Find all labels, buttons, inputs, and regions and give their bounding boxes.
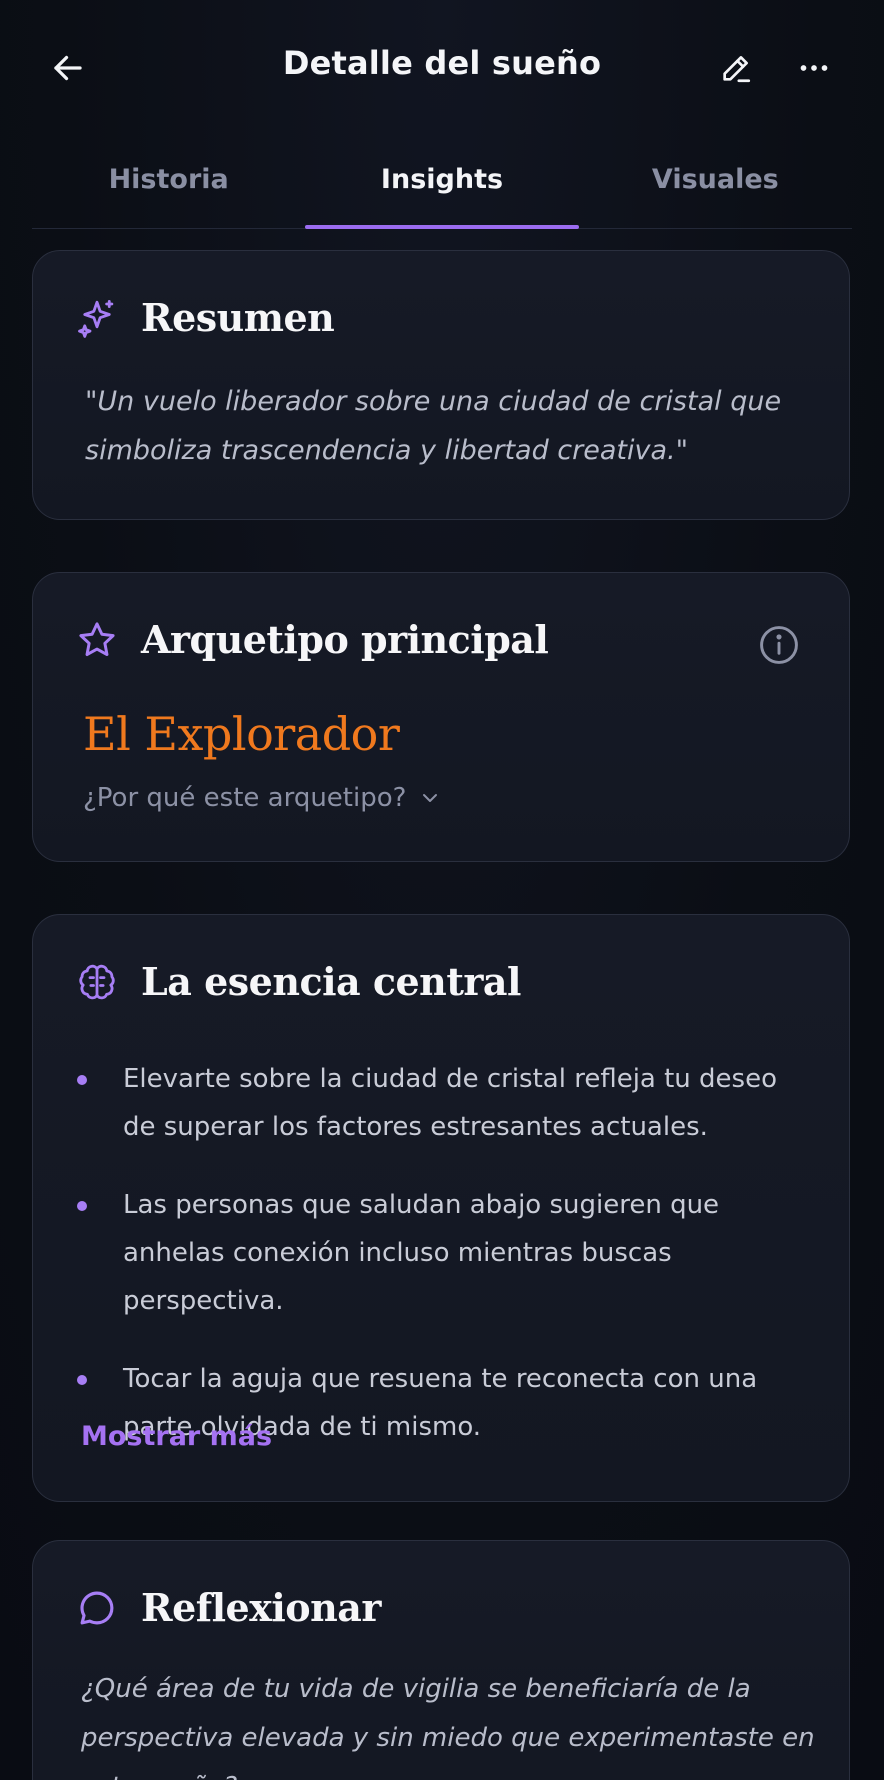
more-horizontal-icon (800, 65, 828, 71)
show-more-link[interactable]: Mostrar más (81, 1421, 272, 1452)
info-icon (760, 626, 798, 664)
bullet-dot (77, 1375, 87, 1385)
reflect-header: Reflexionar (75, 1585, 381, 1630)
chat-bubble-icon (75, 1586, 119, 1630)
list-item-text: Las personas que saludan abajo sugieren … (123, 1190, 720, 1316)
tab-historia[interactable]: Historia (32, 150, 305, 228)
bullet-dot (77, 1201, 87, 1211)
list-item: Las personas que saludan abajo sugieren … (77, 1181, 817, 1325)
list-item: Elevarte sobre la ciudad de cristal refl… (77, 1055, 817, 1151)
core-essence-title: La esencia central (141, 959, 521, 1004)
summary-title: Resumen (141, 295, 335, 340)
edit-button[interactable] (704, 36, 768, 100)
header: Detalle del sueño (0, 0, 884, 136)
reflect-prompt-text: ¿Qué área de tu vida de vigilia se benef… (81, 1674, 815, 1780)
archetype-header: Arquetipo principal (75, 617, 549, 662)
bullet-dot (77, 1075, 87, 1085)
summary-card: Resumen "Un vuelo liberador sobre una ci… (32, 250, 850, 520)
star-icon (75, 618, 119, 662)
sparkle-icon (75, 296, 119, 340)
archetype-title: Arquetipo principal (141, 617, 549, 662)
core-essence-card: La esencia central Elevarte sobre la ciu… (32, 914, 850, 1502)
core-essence-header: La esencia central (75, 959, 521, 1004)
pencil-icon (723, 56, 751, 83)
reflect-card: Reflexionar ¿Qué área de tu vida de vigi… (32, 1540, 850, 1780)
core-essence-list: Elevarte sobre la ciudad de cristal refl… (77, 1055, 817, 1481)
more-options-button[interactable] (782, 36, 846, 100)
tab-visuales[interactable]: Visuales (579, 150, 852, 228)
brain-icon (75, 960, 119, 1004)
archetype-card: Arquetipo principal El Explorador ¿Por q… (32, 572, 850, 862)
tab-bar: Historia Insights Visuales (32, 150, 852, 229)
list-item-text: Elevarte sobre la ciudad de cristal refl… (123, 1064, 777, 1142)
summary-header: Resumen (75, 295, 335, 340)
archetype-info-button[interactable] (757, 623, 801, 667)
archetype-why-toggle[interactable]: ¿Por qué este arquetipo? (83, 783, 442, 813)
archetype-why-label: ¿Por qué este arquetipo? (83, 783, 407, 813)
summary-text: "Un vuelo liberador sobre una ciudad de … (85, 386, 782, 466)
archetype-value: El Explorador (83, 707, 400, 761)
dream-detail-screen: Detalle del sueño Historia Insights Visu… (0, 0, 884, 1780)
reflect-title: Reflexionar (141, 1585, 381, 1630)
chevron-down-icon (423, 794, 438, 802)
tab-insights[interactable]: Insights (305, 150, 579, 229)
